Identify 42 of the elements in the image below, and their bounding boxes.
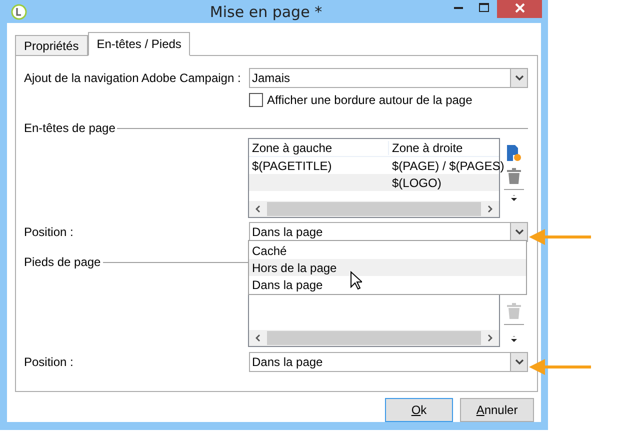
minimize-icon[interactable]: [454, 6, 462, 8]
table-cell-text: $(PAGETITLE): [251, 158, 333, 172]
section-heading: Pieds de page: [24, 255, 101, 269]
field-label: Position :: [24, 225, 74, 239]
dialog-button[interactable]: Ok: [385, 398, 453, 422]
scroll-left-icon[interactable]: [254, 205, 262, 213]
dropdown[interactable]: Dans la page: [249, 352, 528, 372]
close-button[interactable]: [497, 0, 542, 18]
app-icon: [11, 4, 27, 20]
trash-icon[interactable]: [506, 168, 520, 184]
maximize-icon[interactable]: [479, 3, 489, 12]
dropdown[interactable]: Jamais: [249, 68, 528, 88]
dialog-button[interactable]: Annuler: [460, 398, 534, 422]
checkbox-label[interactable]: Afficher une bordure autour de la page: [267, 93, 472, 107]
table-cell-text: $(PAGE) / $(PAGES): [391, 158, 504, 172]
chevron-down-icon: [514, 229, 524, 235]
dropdown-option[interactable]: Hors de la page: [249, 259, 526, 276]
section-heading: En-têtes de page: [24, 121, 116, 135]
tab[interactable]: Propriétés: [15, 35, 88, 55]
move-down-icon[interactable]: [510, 336, 518, 343]
dropdown[interactable]: Dans la page: [249, 222, 528, 242]
scroll-right-icon[interactable]: [486, 334, 494, 342]
horizontal-scrollbar[interactable]: [249, 330, 499, 346]
arrow-icon: [529, 359, 591, 375]
window-title: Mise en page *: [208, 4, 324, 18]
move-down-icon[interactable]: [510, 195, 518, 202]
column-header[interactable]: Zone à gauche: [249, 140, 389, 154]
chevron-down-icon: [514, 359, 524, 365]
field-label: Position :: [24, 355, 74, 369]
scroll-left-icon[interactable]: [254, 334, 262, 342]
tab[interactable]: En-têtes / Pieds: [88, 32, 190, 56]
column-header[interactable]: Zone à droite: [389, 140, 499, 154]
field-label: Ajout de la navigation Adobe Campaign :: [24, 71, 242, 85]
close-icon: [514, 2, 524, 12]
table-cell-text: $(LOGO): [391, 176, 442, 190]
horizontal-scrollbar[interactable]: [249, 201, 499, 217]
checkbox[interactable]: [249, 93, 263, 107]
add-page-icon[interactable]: [506, 144, 522, 162]
arrow-icon: [529, 229, 591, 245]
scroll-right-icon[interactable]: [486, 205, 494, 213]
mouse-pointer-icon: [350, 271, 362, 290]
chevron-down-icon: [514, 75, 524, 81]
